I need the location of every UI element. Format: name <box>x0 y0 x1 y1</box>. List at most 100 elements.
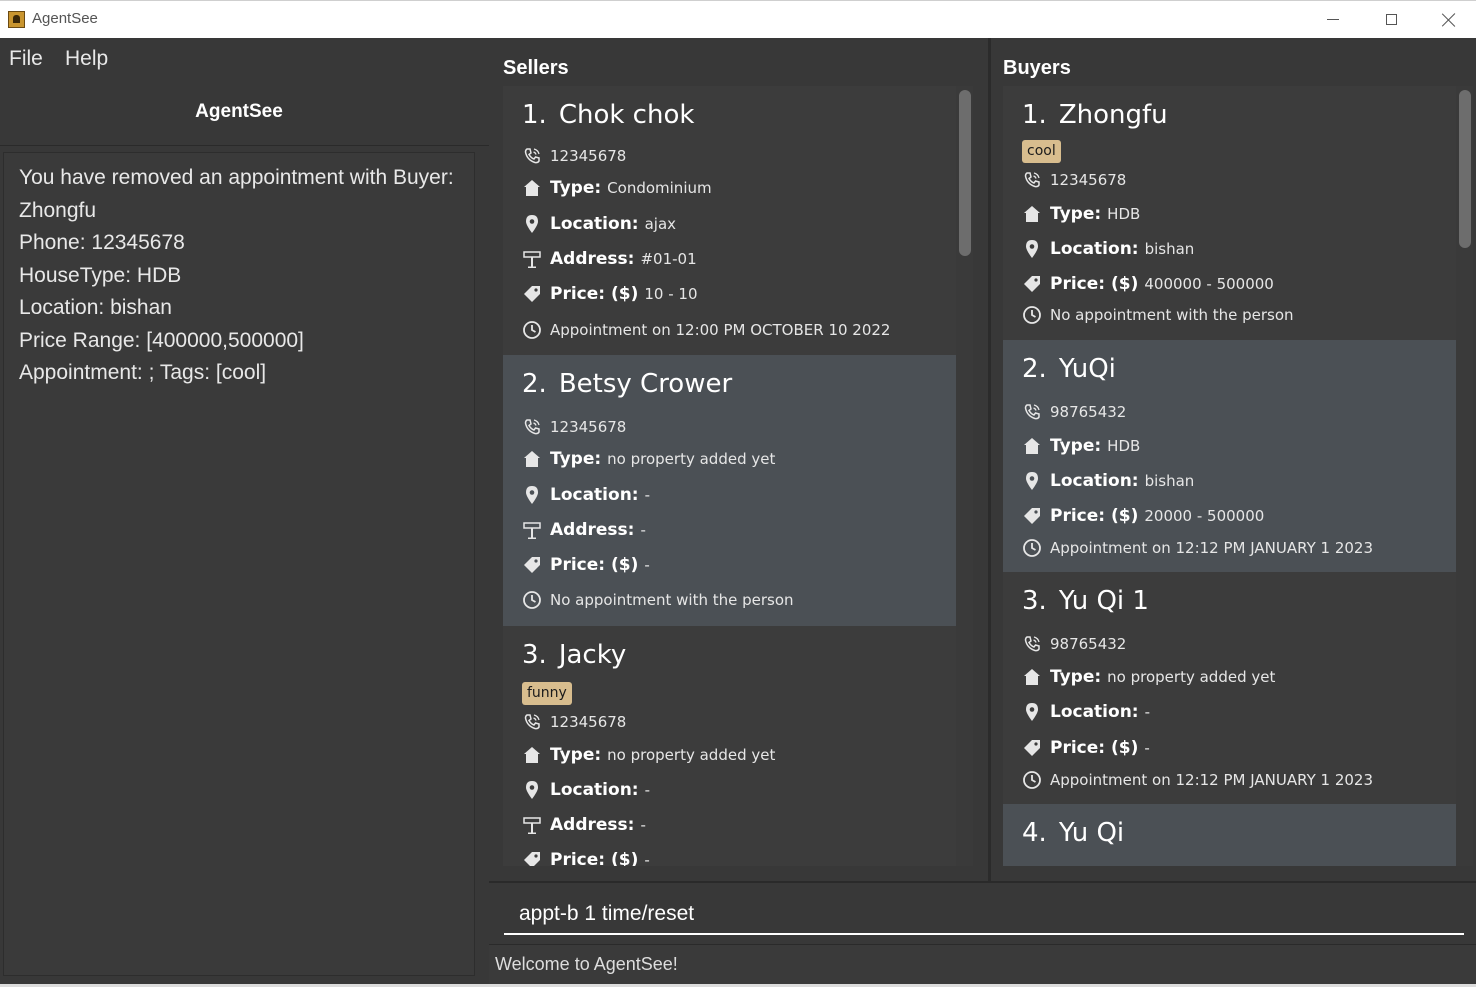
buyer-name: 2. YuQi <box>1022 354 1116 384</box>
address-label: Address: <box>550 520 635 540</box>
phone-icon <box>1022 170 1042 190</box>
type-label: Type: <box>550 449 602 469</box>
phone-row: 12345678 <box>522 415 626 439</box>
buyer-name-text: Zhongfu <box>1058 100 1168 130</box>
menu-file[interactable]: File <box>9 47 43 71</box>
phone-icon <box>1022 402 1042 422</box>
buyer-card[interactable]: 4. Yu Qi <box>1003 804 1456 866</box>
type-value: no property added yet <box>607 450 776 468</box>
buyer-index: 4. <box>1022 818 1047 848</box>
location-pin-icon <box>522 485 542 505</box>
close-button[interactable] <box>1421 1 1476 38</box>
result-line: You have removed an appointment with Buy… <box>19 166 454 189</box>
location-row: Location: ajax <box>522 212 676 236</box>
phone-value: 98765432 <box>1050 635 1127 653</box>
phone-value: 12345678 <box>550 713 627 731</box>
status-text: Welcome to AgentSee! <box>495 954 678 974</box>
location-pin-icon <box>522 214 542 234</box>
type-label: Type: <box>1050 204 1102 224</box>
location-row: Location: - <box>522 778 650 802</box>
location-label: Location: <box>550 780 639 800</box>
appointment-row: Appointment on 12:00 PM OCTOBER 10 2022 <box>522 318 890 342</box>
close-icon <box>1442 13 1456 27</box>
appointment-row: No appointment with the person <box>522 588 794 612</box>
seller-name: 1. Chok chok <box>522 100 694 130</box>
price-row: Price: ($) 20000 - 500000 <box>1022 504 1264 528</box>
address-row: Address: - <box>522 813 646 837</box>
left-panel: File Help AgentSee You have removed an a… <box>0 38 489 987</box>
command-input[interactable] <box>504 895 1464 935</box>
minimize-icon <box>1327 19 1339 20</box>
column-divider <box>988 38 991 881</box>
location-pin-icon <box>1022 702 1042 722</box>
appointment-row: Appointment on 12:12 PM JANUARY 1 2023 <box>1022 536 1373 560</box>
seller-card[interactable]: 1. Chok chok 12345678 Type: Condominium L… <box>503 86 956 355</box>
appointment-row: No appointment with the person <box>1022 303 1294 327</box>
price-label: Price: ($) <box>550 284 639 304</box>
phone-icon <box>522 712 542 732</box>
appointment-value: No appointment with the person <box>1050 306 1294 324</box>
result-line: HouseType: HDB <box>19 264 182 287</box>
phone-icon <box>1022 634 1042 654</box>
seller-card[interactable]: 3. Jacky funny 12345678 Type: no property… <box>503 626 956 866</box>
location-row: Location: - <box>1022 700 1150 724</box>
price-label: Price: ($) <box>550 555 639 575</box>
address-row: Address: #01-01 <box>522 247 697 271</box>
buyers-scrollbar[interactable] <box>1458 86 1471 866</box>
buyer-card[interactable]: 1. Zhongfu cool 12345678 Type: HDB Locati… <box>1003 86 1456 340</box>
type-label: Type: <box>550 745 602 765</box>
location-value: bishan <box>1144 472 1195 490</box>
address-row: Address: - <box>522 518 646 542</box>
location-pin-icon <box>1022 471 1042 491</box>
seller-name: 3. Jacky <box>522 640 626 670</box>
phone-value: 12345678 <box>550 418 627 436</box>
sellers-scroll-thumb[interactable] <box>959 90 971 256</box>
buyer-name-text: YuQi <box>1058 354 1116 384</box>
buyers-scroll-thumb[interactable] <box>1459 90 1471 248</box>
buyer-card[interactable]: 3. Yu Qi 1 98765432 Type: no property add… <box>1003 572 1456 804</box>
signpost-icon <box>522 249 542 269</box>
buyers-list[interactable]: 1. Zhongfu cool 12345678 Type: HDB Locati… <box>1003 86 1473 866</box>
address-value: - <box>640 521 646 539</box>
buyer-index: 2. <box>1022 354 1047 384</box>
price-label: Price: ($) <box>1050 738 1139 758</box>
signpost-icon <box>522 520 542 540</box>
sellers-list[interactable]: 1. Chok chok 12345678 Type: Condominium L… <box>503 86 973 866</box>
result-display[interactable]: You have removed an appointment with Buy… <box>3 152 475 976</box>
buyer-name: 3. Yu Qi 1 <box>1022 586 1149 616</box>
type-row: Type: HDB <box>1022 202 1140 226</box>
sellers-title: Sellers <box>503 57 569 79</box>
house-icon <box>1022 667 1042 687</box>
price-row: Price: ($) 10 - 10 <box>522 282 698 306</box>
minimize-button[interactable] <box>1305 1 1361 38</box>
maximize-button[interactable] <box>1363 1 1419 38</box>
type-value: Condominium <box>607 179 712 197</box>
buyers-title: Buyers <box>1003 57 1071 79</box>
type-row: Type: no property added yet <box>1022 665 1275 689</box>
price-row: Price: ($) - <box>1022 736 1150 760</box>
seller-card[interactable]: 2. Betsy Crower 12345678 Type: no propert… <box>503 355 956 626</box>
sellers-scrollbar[interactable] <box>958 86 971 866</box>
phone-row: 12345678 <box>522 710 626 734</box>
result-line: Location: bishan <box>19 296 172 319</box>
result-line: Price Range: [400000,500000] <box>19 329 304 352</box>
price-tag-icon <box>522 284 542 304</box>
location-label: Location: <box>1050 239 1139 259</box>
menu-help[interactable]: Help <box>65 47 108 71</box>
price-tag-icon <box>522 850 542 866</box>
type-row: Type: no property added yet <box>522 743 775 767</box>
type-value: no property added yet <box>1107 668 1276 686</box>
phone-value: 12345678 <box>550 147 627 165</box>
app-heading: AgentSee <box>195 101 283 122</box>
price-row: Price: ($) - <box>522 848 650 866</box>
phone-row: 12345678 <box>1022 168 1126 192</box>
result-line: Zhongfu <box>19 199 97 222</box>
buyer-card[interactable]: 2. YuQi 98765432 Type: HDB Location: bish… <box>1003 340 1456 572</box>
result-line: Phone: 12345678 <box>19 231 185 254</box>
maximize-icon <box>1385 14 1397 25</box>
app-logo-icon <box>8 11 25 28</box>
address-value: #01-01 <box>640 250 697 268</box>
price-value: - <box>1144 739 1150 757</box>
status-bar: Welcome to AgentSee! <box>489 944 1476 984</box>
window-titlebar: AgentSee <box>0 0 1476 38</box>
